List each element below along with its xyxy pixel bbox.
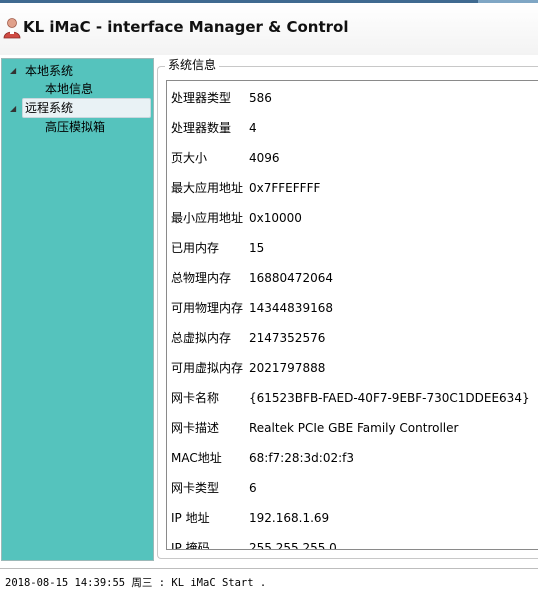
info-value: 14344839168 bbox=[249, 301, 333, 315]
info-value: Realtek PCIe GBE Family Controller bbox=[249, 421, 459, 435]
info-value: 68:f7:28:3d:02:f3 bbox=[249, 451, 354, 465]
info-label: 可用物理内存 bbox=[171, 301, 244, 315]
info-value: 586 bbox=[249, 91, 272, 105]
status-log-text: 2018-08-15 14:39:55 周三 : KL iMaC Start . bbox=[5, 577, 267, 589]
info-value: 6 bbox=[249, 481, 257, 495]
info-label: 处理器类型 bbox=[171, 91, 232, 105]
info-label: IP 地址 bbox=[171, 511, 210, 525]
tree-item-label: 本地系统 bbox=[25, 64, 74, 78]
info-value: 0x7FFEFFFF bbox=[249, 181, 321, 195]
info-label: 已用内存 bbox=[171, 241, 220, 255]
tree-item-label: 远程系统 bbox=[25, 101, 74, 115]
info-value: 0x10000 bbox=[249, 211, 302, 225]
info-label: IP 掩码 bbox=[171, 541, 210, 550]
tree-item-label: 本地信息 bbox=[45, 82, 94, 96]
info-value: 4096 bbox=[249, 151, 280, 165]
info-value: 192.168.1.69 bbox=[249, 511, 330, 525]
info-value: 2021797888 bbox=[249, 361, 326, 375]
system-info-list[interactable]: 处理器类型 586 处理器数量 4 页大小 4096 最大应用地址 0x7FFEFFFF… bbox=[166, 80, 538, 550]
tree-item-label: 高压模拟箱 bbox=[45, 120, 106, 134]
tree-expand-arrow-icon[interactable]: ◢ bbox=[10, 62, 18, 80]
info-label: 网卡名称 bbox=[171, 391, 220, 405]
info-value: 255.255.255.0 bbox=[249, 541, 337, 550]
group-title: 系统信息 bbox=[165, 57, 220, 73]
tree-item-remote-system[interactable]: 远程系统 bbox=[22, 98, 151, 118]
info-label: 网卡类型 bbox=[171, 481, 220, 495]
info-label: 可用虚拟内存 bbox=[171, 361, 244, 375]
user-person-icon bbox=[3, 18, 21, 39]
window-title: KL iMaC - interface Manager & Control bbox=[23, 18, 349, 36]
info-value: 16880472064 bbox=[249, 271, 333, 285]
info-label: MAC地址 bbox=[171, 451, 222, 465]
info-label: 总虚拟内存 bbox=[171, 331, 232, 345]
info-value: 15 bbox=[249, 241, 265, 255]
navigation-tree[interactable]: ◢ 本地系统 本地信息 远程系统 ◢ 高压模拟箱 bbox=[1, 58, 154, 561]
tree-expand-arrow-icon[interactable]: ◢ bbox=[10, 100, 18, 118]
tree-item-hv-simulator[interactable]: 高压模拟箱 bbox=[2, 118, 152, 136]
info-label: 最大应用地址 bbox=[171, 181, 244, 195]
info-label: 页大小 bbox=[171, 151, 208, 165]
info-value: 4 bbox=[249, 121, 257, 135]
info-label: 处理器数量 bbox=[171, 121, 232, 135]
tree-item-local-system[interactable]: ◢ 本地系统 bbox=[2, 62, 152, 80]
title-bar[interactable]: KL iMaC - interface Manager & Control bbox=[0, 3, 538, 55]
tree-item-local-info[interactable]: 本地信息 bbox=[2, 80, 152, 98]
info-value: 2147352576 bbox=[249, 331, 326, 345]
info-label: 最小应用地址 bbox=[171, 211, 244, 225]
info-value: {61523BFB-FAED-40F7-9EBF-730C1DDEE634} bbox=[249, 391, 530, 405]
status-bar: 2018-08-15 14:39:55 周三 : KL iMaC Start . bbox=[0, 568, 538, 608]
info-label: 总物理内存 bbox=[171, 271, 232, 285]
info-label: 网卡描述 bbox=[171, 421, 220, 435]
